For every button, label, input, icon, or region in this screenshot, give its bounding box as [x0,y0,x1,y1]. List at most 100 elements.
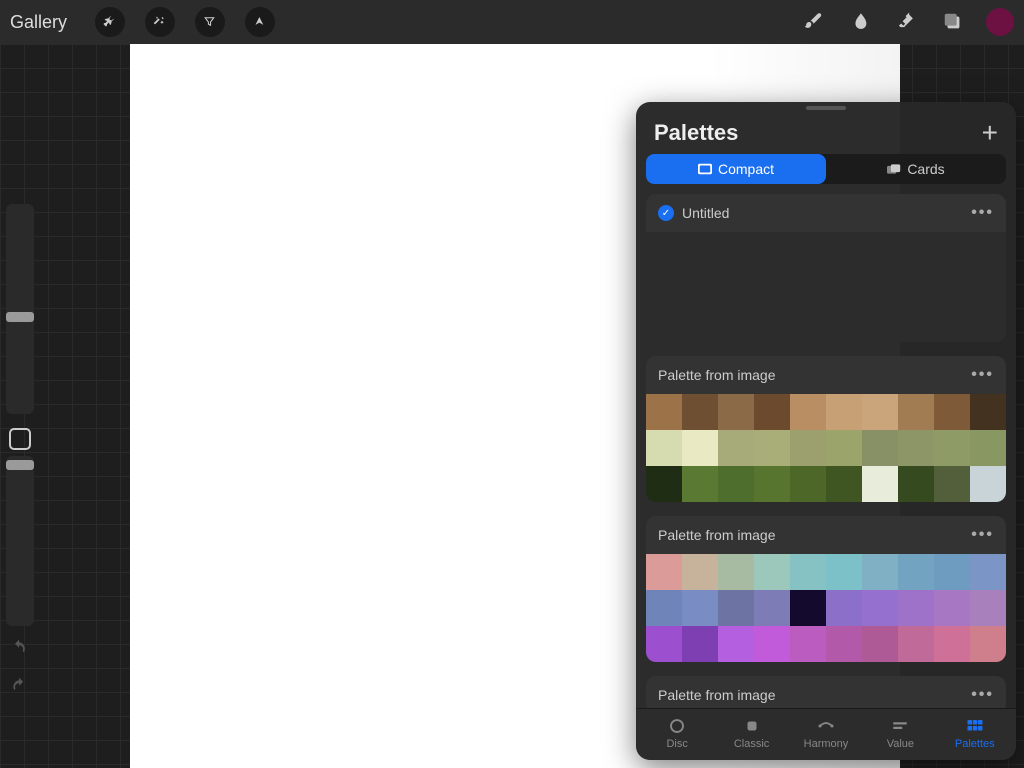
wrench-icon[interactable] [95,7,125,37]
eraser-icon[interactable] [894,9,920,35]
nav-label: Classic [734,738,769,750]
color-swatch[interactable] [970,554,1006,590]
undo-button[interactable] [6,634,34,662]
color-swatch[interactable] [682,554,718,590]
palette-more-button[interactable]: ••• [971,686,994,704]
color-swatch[interactable] [790,590,826,626]
nav-value[interactable]: Value [870,717,930,750]
color-swatch[interactable] [754,394,790,430]
color-swatch[interactable] [862,554,898,590]
color-swatch[interactable] [934,466,970,502]
color-picker-dot[interactable] [986,8,1014,36]
color-swatch[interactable] [898,590,934,626]
palette-swatches[interactable] [646,554,1006,662]
color-swatch[interactable] [862,626,898,662]
color-swatch[interactable] [718,554,754,590]
color-swatch[interactable] [970,590,1006,626]
cards-toggle[interactable]: Cards [826,154,1006,184]
brush-size-slider[interactable] [6,204,34,414]
gallery-button[interactable]: Gallery [10,12,67,33]
color-swatch[interactable] [826,466,862,502]
color-swatch[interactable] [754,626,790,662]
slider-thumb[interactable] [6,312,34,322]
nav-palettes[interactable]: Palettes [945,717,1005,750]
palette-name[interactable]: Palette from image [658,687,776,703]
color-swatch[interactable] [682,394,718,430]
color-swatch[interactable] [646,466,682,502]
color-swatch[interactable] [970,430,1006,466]
nav-disc[interactable]: Disc [647,717,707,750]
color-swatch[interactable] [718,626,754,662]
color-swatch[interactable] [646,590,682,626]
selection-icon[interactable] [195,7,225,37]
undo-redo-group [0,634,40,700]
color-swatch[interactable] [862,430,898,466]
palette-more-button[interactable]: ••• [971,366,994,384]
color-swatch[interactable] [970,466,1006,502]
color-swatch[interactable] [754,590,790,626]
color-swatch[interactable] [826,626,862,662]
palette-swatches[interactable] [646,394,1006,502]
color-swatch[interactable] [718,466,754,502]
arrow-icon[interactable] [245,7,275,37]
palette-swatches[interactable] [646,232,1006,342]
color-swatch[interactable] [646,430,682,466]
color-swatch[interactable] [790,394,826,430]
color-swatch[interactable] [790,626,826,662]
color-swatch[interactable] [898,466,934,502]
color-swatch[interactable] [826,430,862,466]
brush-icon[interactable] [802,9,828,35]
palette-name[interactable]: Palette from image [658,527,776,543]
nav-harmony[interactable]: Harmony [796,717,856,750]
color-swatch[interactable] [646,554,682,590]
color-swatch[interactable] [934,394,970,430]
palette-name[interactable]: Palette from image [658,367,776,383]
color-swatch[interactable] [898,554,934,590]
color-swatch[interactable] [682,430,718,466]
add-palette-button[interactable]: + [982,122,998,144]
smudge-icon[interactable] [848,9,874,35]
color-swatch[interactable] [826,554,862,590]
color-swatch[interactable] [862,394,898,430]
color-swatch[interactable] [898,394,934,430]
color-swatch[interactable] [754,430,790,466]
color-swatch[interactable] [754,466,790,502]
compact-toggle[interactable]: Compact [646,154,826,184]
color-swatch[interactable] [754,554,790,590]
color-swatch[interactable] [790,554,826,590]
color-swatch[interactable] [682,626,718,662]
color-swatch[interactable] [934,590,970,626]
color-swatch[interactable] [646,394,682,430]
color-swatch[interactable] [898,430,934,466]
slider-thumb[interactable] [6,460,34,470]
color-swatch[interactable] [790,430,826,466]
color-swatch[interactable] [934,554,970,590]
color-swatch[interactable] [718,590,754,626]
palette-list[interactable]: ✓ Untitled ••• Palette from image ••• [636,194,1016,708]
color-swatch[interactable] [718,394,754,430]
selected-check-icon[interactable]: ✓ [658,205,674,221]
layers-icon[interactable] [940,9,966,35]
color-swatch[interactable] [682,466,718,502]
opacity-slider[interactable] [6,456,34,626]
color-swatch[interactable] [790,466,826,502]
color-swatch[interactable] [934,430,970,466]
color-swatch[interactable] [970,626,1006,662]
nav-classic[interactable]: Classic [722,717,782,750]
redo-button[interactable] [6,672,34,700]
color-swatch[interactable] [682,590,718,626]
color-swatch[interactable] [826,590,862,626]
color-swatch[interactable] [826,394,862,430]
color-swatch[interactable] [718,430,754,466]
palette-name[interactable]: Untitled [682,205,729,221]
color-swatch[interactable] [970,394,1006,430]
color-swatch[interactable] [646,626,682,662]
palette-more-button[interactable]: ••• [971,526,994,544]
wand-icon[interactable] [145,7,175,37]
palette-more-button[interactable]: ••• [971,204,994,222]
color-swatch[interactable] [898,626,934,662]
color-swatch[interactable] [862,466,898,502]
color-swatch[interactable] [862,590,898,626]
color-swatch[interactable] [934,626,970,662]
slider-mode-button[interactable] [9,428,31,450]
